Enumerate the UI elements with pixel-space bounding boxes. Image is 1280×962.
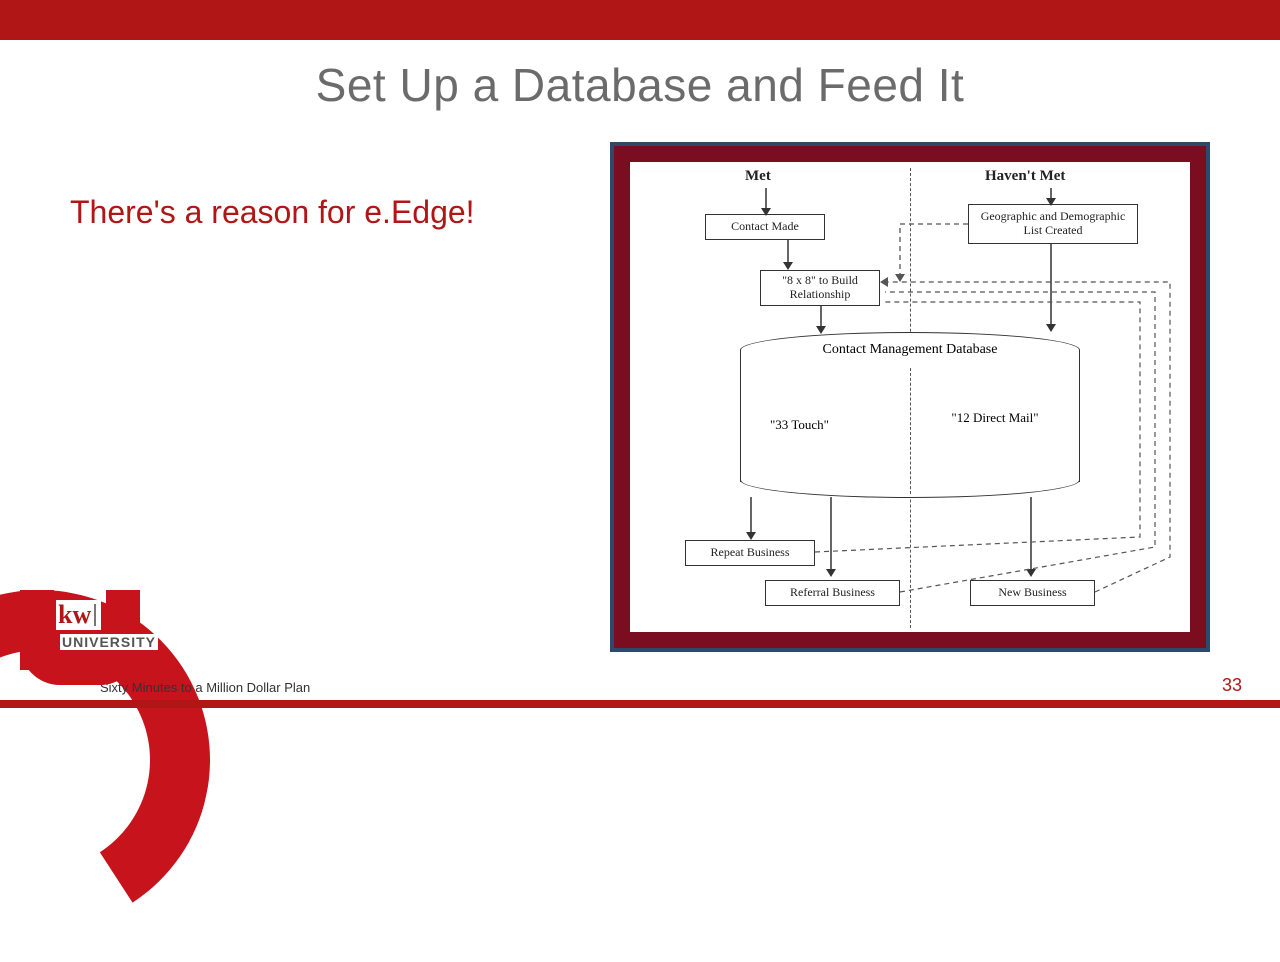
kw-university-logo: kw UNIVERSITY: [20, 590, 190, 690]
callout-text: There's a reason for e.Edge!: [70, 192, 530, 232]
logo-university-text: UNIVERSITY: [60, 634, 158, 650]
diagram-frame: Met Haven't Met Contact Made Geographic …: [610, 142, 1210, 652]
header-bar: [0, 0, 1280, 40]
logo-kw-text: kw: [56, 600, 101, 630]
slide-body: There's a reason for e.Edge! Met Haven't…: [0, 112, 1280, 652]
page-number: 33: [1222, 675, 1242, 696]
footer-bar: [0, 700, 1280, 708]
feedback-loops: [630, 162, 1195, 632]
left-column: There's a reason for e.Edge!: [70, 142, 530, 652]
right-column: Met Haven't Met Contact Made Geographic …: [530, 142, 1210, 652]
slide-title: Set Up a Database and Feed It: [0, 58, 1280, 112]
flow-diagram: Met Haven't Met Contact Made Geographic …: [630, 162, 1190, 632]
